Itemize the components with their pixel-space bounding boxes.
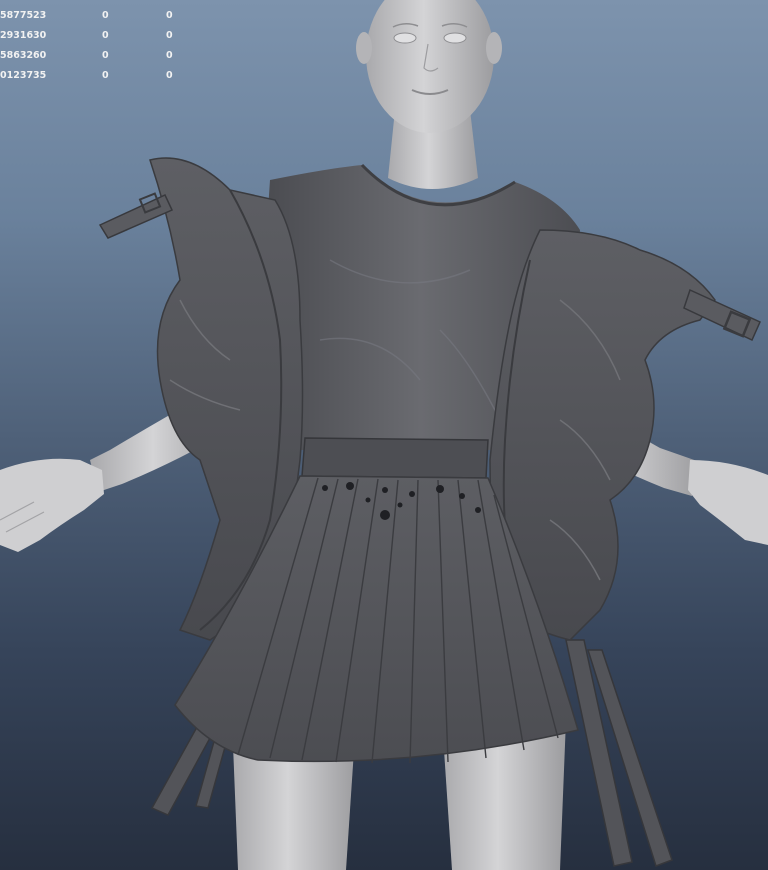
- jacket-right: [489, 229, 761, 641]
- hud-value: 0: [102, 30, 109, 41]
- hud-object-id: 5877523: [0, 10, 47, 21]
- hud-value: 0: [166, 10, 173, 21]
- hud-value: 0: [102, 50, 109, 61]
- hud-row: 5877523 0 0: [0, 6, 196, 26]
- character-model[interactable]: [0, 0, 768, 870]
- hud-value: 0: [166, 30, 173, 41]
- skirt-waistband: [301, 437, 489, 479]
- hud-object-id: 2931630: [0, 30, 47, 41]
- hud-object-id: 5863260: [0, 50, 47, 61]
- hud-row: 0123735 0 0: [0, 66, 196, 86]
- head: [356, 0, 502, 133]
- 3d-viewport[interactable]: 5877523 0 0 2931630 0 0 5863260 0 0 0123…: [0, 0, 768, 870]
- heads-up-display: 5877523 0 0 2931630 0 0 5863260 0 0 0123…: [0, 6, 196, 86]
- hud-value: 0: [102, 70, 109, 81]
- hud-value: 0: [102, 10, 109, 21]
- hud-object-id: 0123735: [0, 70, 47, 81]
- hud-value: 0: [166, 70, 173, 81]
- hud-row: 5863260 0 0: [0, 46, 196, 66]
- hud-value: 0: [166, 50, 173, 61]
- hud-row: 2931630 0 0: [0, 26, 196, 46]
